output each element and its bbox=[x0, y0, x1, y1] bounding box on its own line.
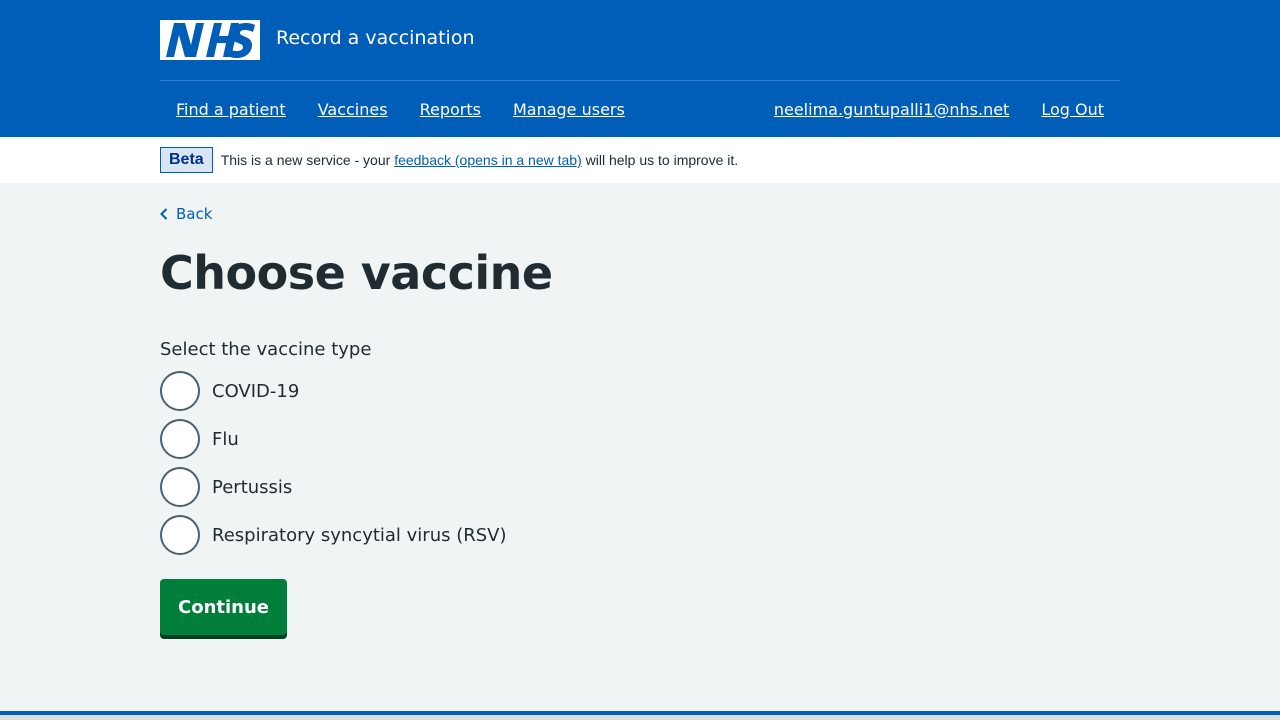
primary-navigation: Find a patient Vaccines Reports Manage u… bbox=[160, 80, 1120, 137]
beta-banner: Beta This is a new service - your feedba… bbox=[0, 137, 1280, 183]
nhs-logo[interactable] bbox=[160, 20, 260, 60]
nav-vaccines[interactable]: Vaccines bbox=[302, 100, 404, 119]
nav-user-email[interactable]: neelima.guntupalli1@nhs.net bbox=[758, 100, 1025, 119]
radio-button[interactable] bbox=[160, 419, 200, 459]
footer bbox=[0, 715, 1280, 720]
radio-button[interactable] bbox=[160, 467, 200, 507]
radio-label[interactable]: Flu bbox=[212, 429, 239, 450]
chevron-left-icon bbox=[160, 208, 168, 220]
nav-manage-users[interactable]: Manage users bbox=[497, 100, 641, 119]
radio-option[interactable]: COVID-19 bbox=[160, 371, 1120, 411]
radio-label[interactable]: COVID-19 bbox=[212, 381, 299, 402]
service-name[interactable]: Record a vaccination bbox=[276, 27, 475, 49]
main-content: Back Choose vaccine Select the vaccine t… bbox=[160, 205, 1120, 635]
beta-text-before: This is a new service - your bbox=[220, 152, 395, 168]
nav-log-out[interactable]: Log Out bbox=[1025, 100, 1120, 119]
vaccine-radio-group: COVID-19 Flu Pertussis Respiratory syncy… bbox=[160, 371, 1120, 555]
radio-option[interactable]: Pertussis bbox=[160, 467, 1120, 507]
beta-tag: Beta bbox=[160, 147, 213, 173]
radio-button[interactable] bbox=[160, 515, 200, 555]
beta-text-after: will help us to improve it. bbox=[581, 152, 739, 168]
feedback-link[interactable]: feedback (opens in a new tab) bbox=[394, 152, 582, 168]
beta-text: This is a new service - your feedback (o… bbox=[221, 152, 738, 168]
nav-reports[interactable]: Reports bbox=[404, 100, 497, 119]
nav-find-a-patient[interactable]: Find a patient bbox=[160, 100, 302, 119]
radio-label[interactable]: Pertussis bbox=[212, 477, 292, 498]
page-title: Choose vaccine bbox=[160, 246, 553, 300]
continue-button[interactable]: Continue bbox=[160, 579, 288, 635]
radio-button[interactable] bbox=[160, 371, 200, 411]
back-link[interactable]: Back bbox=[160, 205, 1120, 223]
site-header: Record a vaccination Find a patient Vacc… bbox=[0, 0, 1280, 137]
radio-option[interactable]: Flu bbox=[160, 419, 1120, 459]
radio-option[interactable]: Respiratory syncytial virus (RSV) bbox=[160, 515, 1120, 555]
back-label: Back bbox=[176, 205, 213, 223]
radio-label[interactable]: Respiratory syncytial virus (RSV) bbox=[212, 525, 507, 546]
question-label: Select the vaccine type bbox=[160, 339, 372, 360]
